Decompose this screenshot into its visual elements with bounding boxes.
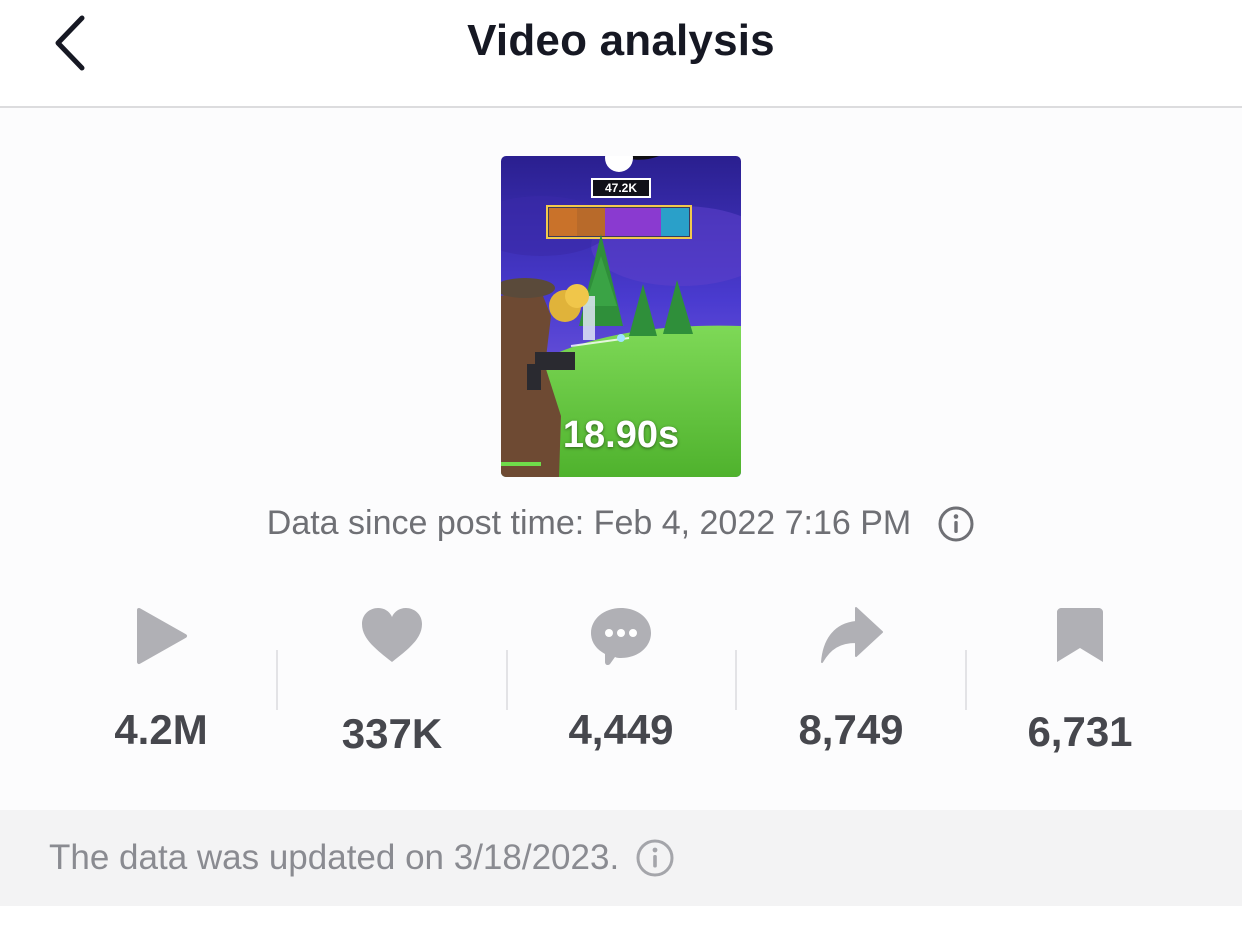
hud-count-label: 47.2K — [591, 178, 651, 198]
stats-row: 4.2M 337K 4,449 8,749 6,731 — [0, 590, 1242, 770]
page-title: Video analysis — [467, 16, 775, 65]
bookmark-icon — [1057, 608, 1103, 662]
stat-views: 4.2M — [46, 590, 276, 770]
stat-likes: 337K — [277, 590, 507, 770]
shares-count: 8,749 — [798, 706, 904, 753]
comments-count: 4,449 — [568, 706, 674, 753]
play-icon — [137, 608, 187, 664]
stat-divider — [506, 650, 508, 710]
share-icon — [821, 607, 883, 663]
info-icon[interactable] — [635, 838, 675, 878]
bottom-strip — [0, 906, 1242, 926]
views-count: 4.2M — [114, 706, 208, 753]
post-time-text: Data since post time: Feb 4, 2022 7:16 P… — [266, 504, 912, 542]
saves-count: 6,731 — [1027, 708, 1133, 755]
video-duration: 18.90s — [562, 414, 680, 456]
comment-icon — [591, 608, 651, 666]
stat-saves: 6,731 — [965, 590, 1195, 770]
stat-divider — [735, 650, 737, 710]
stat-divider — [276, 650, 278, 710]
update-text: The data was updated on 3/18/2023. — [49, 838, 620, 877]
stat-shares: 8,749 — [736, 590, 966, 770]
header-bar: Video analysis — [0, 0, 1242, 108]
stat-comments: 4,449 — [506, 590, 736, 770]
video-thumbnail[interactable]: 47.2K 18.90s — [501, 156, 741, 477]
info-icon[interactable] — [937, 505, 975, 543]
likes-count: 337K — [341, 710, 443, 757]
stat-divider — [965, 650, 967, 710]
heart-icon — [362, 608, 422, 662]
update-footer: The data was updated on 3/18/2023. — [0, 810, 1242, 906]
post-time-row: Data since post time: Feb 4, 2022 7:16 P… — [0, 504, 1242, 543]
